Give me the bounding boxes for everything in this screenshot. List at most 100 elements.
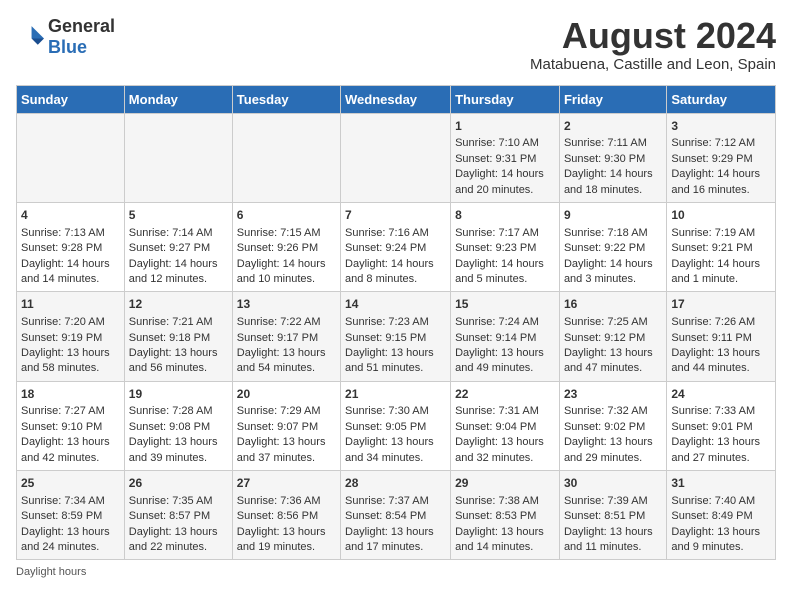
main-title: August 2024 — [530, 16, 776, 56]
logo: General Blue — [16, 16, 115, 58]
day-info: Daylight: 13 hours and 14 minutes. — [455, 525, 555, 556]
day-number: 31 — [671, 475, 771, 492]
calendar-cell: 17Sunrise: 7:26 AMSunset: 9:11 PMDayligh… — [667, 292, 776, 381]
day-info: Daylight: 14 hours and 20 minutes. — [455, 167, 555, 198]
day-number: 13 — [237, 296, 336, 313]
day-info: Sunset: 9:17 PM — [237, 331, 336, 346]
day-number: 30 — [564, 475, 662, 492]
day-info: Sunrise: 7:20 AM — [21, 315, 120, 330]
day-number: 3 — [671, 118, 771, 135]
calendar-cell: 19Sunrise: 7:28 AMSunset: 9:08 PMDayligh… — [124, 381, 232, 470]
day-number: 22 — [455, 386, 555, 403]
day-info: Sunrise: 7:13 AM — [21, 226, 120, 241]
day-info: Sunrise: 7:14 AM — [129, 226, 228, 241]
day-number: 29 — [455, 475, 555, 492]
day-info: Sunset: 9:04 PM — [455, 420, 555, 435]
calendar-week-3: 11Sunrise: 7:20 AMSunset: 9:19 PMDayligh… — [17, 292, 776, 381]
day-info: Sunrise: 7:15 AM — [237, 226, 336, 241]
logo-general: General — [48, 16, 115, 36]
day-number: 23 — [564, 386, 662, 403]
calendar-cell: 25Sunrise: 7:34 AMSunset: 8:59 PMDayligh… — [17, 471, 125, 560]
day-info: Sunset: 8:53 PM — [455, 509, 555, 524]
day-info: Sunset: 9:21 PM — [671, 241, 771, 256]
day-info: Sunrise: 7:18 AM — [564, 226, 662, 241]
day-info: Sunset: 9:29 PM — [671, 152, 771, 167]
calendar-cell: 2Sunrise: 7:11 AMSunset: 9:30 PMDaylight… — [559, 113, 666, 202]
day-info: Daylight: 13 hours and 29 minutes. — [564, 435, 662, 466]
day-info: Sunrise: 7:29 AM — [237, 404, 336, 419]
day-info: Sunrise: 7:36 AM — [237, 494, 336, 509]
day-number: 7 — [345, 207, 446, 224]
day-info: Sunset: 9:22 PM — [564, 241, 662, 256]
logo-blue: Blue — [48, 37, 87, 57]
day-info: Daylight: 14 hours and 18 minutes. — [564, 167, 662, 198]
day-info: Sunset: 9:02 PM — [564, 420, 662, 435]
day-number: 20 — [237, 386, 336, 403]
day-info: Sunrise: 7:37 AM — [345, 494, 446, 509]
day-info: Sunrise: 7:30 AM — [345, 404, 446, 419]
day-info: Daylight: 13 hours and 24 minutes. — [21, 525, 120, 556]
day-info: Sunrise: 7:16 AM — [345, 226, 446, 241]
calendar-cell: 13Sunrise: 7:22 AMSunset: 9:17 PMDayligh… — [232, 292, 340, 381]
calendar-cell: 31Sunrise: 7:40 AMSunset: 8:49 PMDayligh… — [667, 471, 776, 560]
day-number: 8 — [455, 207, 555, 224]
day-info: Daylight: 14 hours and 3 minutes. — [564, 257, 662, 288]
calendar-cell: 27Sunrise: 7:36 AMSunset: 8:56 PMDayligh… — [232, 471, 340, 560]
day-number: 11 — [21, 296, 120, 313]
day-info: Sunset: 9:30 PM — [564, 152, 662, 167]
day-info: Sunset: 9:08 PM — [129, 420, 228, 435]
calendar-cell: 26Sunrise: 7:35 AMSunset: 8:57 PMDayligh… — [124, 471, 232, 560]
calendar-cell: 6Sunrise: 7:15 AMSunset: 9:26 PMDaylight… — [232, 202, 340, 291]
day-info: Daylight: 14 hours and 14 minutes. — [21, 257, 120, 288]
day-info: Sunset: 9:26 PM — [237, 241, 336, 256]
day-info: Sunrise: 7:34 AM — [21, 494, 120, 509]
calendar-cell: 21Sunrise: 7:30 AMSunset: 9:05 PMDayligh… — [341, 381, 451, 470]
header-thursday: Thursday — [451, 85, 560, 113]
day-info: Daylight: 13 hours and 47 minutes. — [564, 346, 662, 377]
day-info: Sunset: 9:14 PM — [455, 331, 555, 346]
logo-text: General Blue — [48, 16, 115, 58]
day-number: 14 — [345, 296, 446, 313]
day-info: Sunset: 9:10 PM — [21, 420, 120, 435]
day-info: Sunset: 9:01 PM — [671, 420, 771, 435]
logo-icon — [16, 23, 44, 51]
day-info: Sunrise: 7:25 AM — [564, 315, 662, 330]
day-number: 10 — [671, 207, 771, 224]
day-info: Sunrise: 7:26 AM — [671, 315, 771, 330]
day-info: Daylight: 13 hours and 22 minutes. — [129, 525, 228, 556]
day-info: Daylight: 13 hours and 58 minutes. — [21, 346, 120, 377]
day-info: Sunrise: 7:24 AM — [455, 315, 555, 330]
day-info: Sunset: 9:11 PM — [671, 331, 771, 346]
day-info: Sunrise: 7:21 AM — [129, 315, 228, 330]
day-info: Sunset: 8:56 PM — [237, 509, 336, 524]
day-info: Sunrise: 7:23 AM — [345, 315, 446, 330]
calendar-cell: 8Sunrise: 7:17 AMSunset: 9:23 PMDaylight… — [451, 202, 560, 291]
day-info: Daylight: 13 hours and 17 minutes. — [345, 525, 446, 556]
day-number: 26 — [129, 475, 228, 492]
day-info: Sunset: 9:18 PM — [129, 331, 228, 346]
calendar-week-5: 25Sunrise: 7:34 AMSunset: 8:59 PMDayligh… — [17, 471, 776, 560]
calendar-cell: 9 Sunrise: 7:18 AMSunset: 9:22 PMDaylight… — [559, 202, 666, 291]
calendar-cell — [232, 113, 340, 202]
day-number: 19 — [129, 386, 228, 403]
day-info: Sunset: 9:05 PM — [345, 420, 446, 435]
header-wednesday: Wednesday — [341, 85, 451, 113]
day-number: 9 — [564, 207, 662, 224]
day-info: Daylight: 13 hours and 32 minutes. — [455, 435, 555, 466]
day-info: Sunset: 9:23 PM — [455, 241, 555, 256]
day-number: 28 — [345, 475, 446, 492]
calendar-cell: 7Sunrise: 7:16 AMSunset: 9:24 PMDaylight… — [341, 202, 451, 291]
calendar-cell: 4Sunrise: 7:13 AMSunset: 9:28 PMDaylight… — [17, 202, 125, 291]
calendar-cell: 30Sunrise: 7:39 AMSunset: 8:51 PMDayligh… — [559, 471, 666, 560]
calendar-cell — [124, 113, 232, 202]
day-info: Daylight: 13 hours and 27 minutes. — [671, 435, 771, 466]
calendar-header-row: SundayMondayTuesdayWednesdayThursdayFrid… — [17, 85, 776, 113]
day-number: 18 — [21, 386, 120, 403]
day-info: Sunrise: 7:19 AM — [671, 226, 771, 241]
day-info: Daylight: 13 hours and 34 minutes. — [345, 435, 446, 466]
calendar-cell: 24Sunrise: 7:33 AMSunset: 9:01 PMDayligh… — [667, 381, 776, 470]
day-info: Sunset: 9:07 PM — [237, 420, 336, 435]
title-block: August 2024 Matabuena, Castille and Leon… — [530, 16, 776, 73]
day-info: Sunrise: 7:40 AM — [671, 494, 771, 509]
day-info: Sunset: 8:59 PM — [21, 509, 120, 524]
